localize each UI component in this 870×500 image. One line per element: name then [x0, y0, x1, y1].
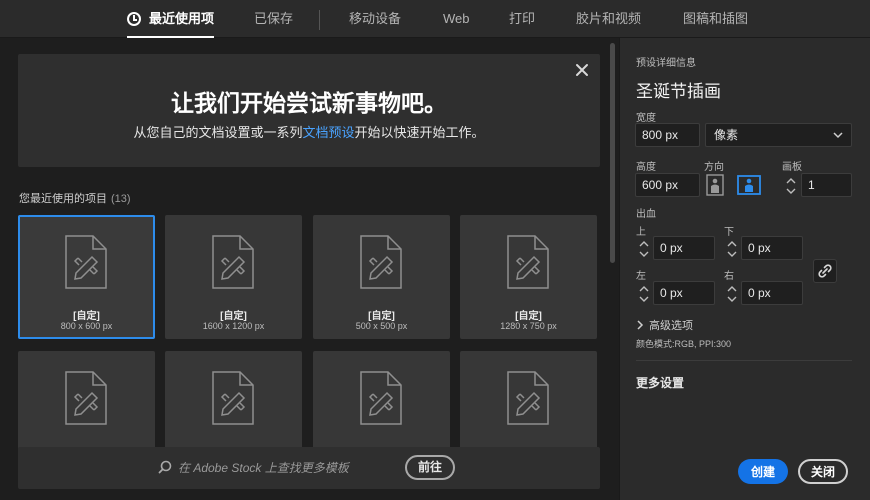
recent-count: (13): [111, 193, 131, 205]
recent-item-size: 1280 x 750 px: [500, 321, 557, 331]
bleed-left-label: 左: [636, 271, 646, 282]
link-icon: [818, 264, 832, 278]
width-label: 宽度: [636, 113, 656, 124]
tab-bar: 最近使用项 已保存 移动设备 Web 打印 胶片和视频 图稿和插图: [0, 0, 870, 38]
advanced-options-toggle[interactable]: 高级选项: [636, 317, 693, 333]
clock-icon: [127, 12, 141, 26]
subtitle-text-end: 开始以快速开始工作。: [354, 125, 485, 140]
recent-item-name: [自定]: [515, 311, 542, 322]
tab-mobile[interactable]: 移动设备: [349, 0, 401, 38]
artboard-label: 画板: [782, 162, 802, 173]
more-settings-link[interactable]: 更多设置: [636, 374, 684, 391]
bleed-right-field[interactable]: [741, 281, 803, 305]
bleed-label: 出血: [636, 209, 656, 220]
create-button[interactable]: 创建: [738, 459, 788, 484]
tab-print[interactable]: 打印: [509, 0, 535, 38]
recent-item-size: 500 x 500 px: [355, 321, 408, 331]
bleed-right-label: 右: [724, 271, 734, 282]
preset-details-panel: 预设详细信息 圣诞节插画 宽度 像素 高度 方向 画板 出血 上 下 左 右: [619, 38, 870, 500]
document-presets-link[interactable]: 文档预设: [302, 125, 354, 140]
bleed-top-field[interactable]: [653, 236, 715, 260]
recent-item-card[interactable]: [自定] 1600 x 1200 px: [165, 215, 302, 339]
close-icon[interactable]: [574, 62, 590, 78]
bleed-top-stepper-icon[interactable]: [637, 237, 651, 261]
tab-label: 最近使用项: [149, 11, 215, 26]
document-icon: [65, 235, 107, 289]
bleed-bottom-label: 下: [724, 227, 734, 238]
bleed-top-label: 上: [636, 227, 646, 238]
bleed-bottom-stepper-icon[interactable]: [725, 237, 739, 261]
units-dropdown[interactable]: 像素: [705, 123, 852, 147]
go-button[interactable]: 前往: [405, 455, 455, 480]
scrollbar-thumb[interactable]: [610, 43, 615, 263]
welcome-subtitle: 从您自己的文档设置或一系列文档预设开始以快速开始工作。: [18, 122, 600, 141]
recent-item-size: 1600 x 1200 px: [202, 321, 265, 331]
welcome-title: 让我们开始尝试新事物吧。: [171, 90, 447, 116]
recent-item-card[interactable]: [自定] 1280 x 750 px: [460, 215, 597, 339]
units-value: 像素: [714, 128, 739, 142]
recent-item-card[interactable]: [自定] 800 x 600 px: [18, 215, 155, 339]
presets-area: 让我们开始尝试新事物吧。 从您自己的文档设置或一系列文档预设开始以快速开始工作。…: [0, 38, 618, 500]
height-label: 高度: [636, 162, 656, 173]
tab-art-illustration[interactable]: 图稿和插图: [683, 0, 748, 38]
document-icon: [212, 371, 254, 425]
bleed-bottom-field[interactable]: [741, 236, 803, 260]
recent-item-card[interactable]: [自定] 500 x 500 px: [313, 215, 450, 339]
bleed-left-field[interactable]: [653, 281, 715, 305]
divider: [636, 360, 852, 361]
bleed-left-stepper-icon[interactable]: [637, 282, 651, 306]
recent-items-heading: 您最近使用的项目 (13): [19, 190, 131, 206]
document-icon: [65, 371, 107, 425]
orientation-label: 方向: [704, 162, 724, 173]
close-button[interactable]: 关闭: [798, 459, 848, 484]
chevron-right-icon: [637, 320, 644, 330]
stock-search-input[interactable]: [178, 458, 398, 478]
preset-name[interactable]: 圣诞节插画: [636, 77, 721, 102]
subtitle-text: 从您自己的文档设置或一系列: [133, 125, 303, 140]
tab-recent[interactable]: 最近使用项: [127, 0, 215, 38]
recent-title-text: 您最近使用的项目: [19, 193, 107, 205]
advanced-options-label: 高级选项: [649, 320, 693, 332]
document-icon: [360, 235, 402, 289]
stock-search-bar: 前往: [18, 447, 600, 489]
artboard-count-field[interactable]: [801, 173, 852, 197]
welcome-banner: 让我们开始尝试新事物吧。 从您自己的文档设置或一系列文档预设开始以快速开始工作。: [18, 54, 600, 167]
bleed-right-stepper-icon[interactable]: [725, 282, 739, 306]
width-field[interactable]: [635, 123, 700, 147]
search-icon: [158, 460, 172, 474]
document-icon: [507, 235, 549, 289]
recent-item-size: 800 x 600 px: [60, 321, 113, 331]
recent-item-name: [自定]: [73, 311, 100, 322]
color-mode-info: 颜色模式:RGB, PPI:300: [636, 339, 732, 349]
chevron-down-icon: [833, 132, 843, 139]
link-bleed-button[interactable]: [813, 259, 837, 283]
document-icon: [360, 371, 402, 425]
recent-item-name: [自定]: [368, 311, 395, 322]
landscape-orientation-icon[interactable]: [737, 174, 761, 196]
height-field[interactable]: [635, 173, 700, 197]
portrait-orientation-icon[interactable]: [704, 174, 726, 196]
document-icon: [212, 235, 254, 289]
tab-film-video[interactable]: 胶片和视频: [576, 0, 641, 38]
artboard-stepper-icon[interactable]: [784, 174, 798, 198]
document-icon: [507, 371, 549, 425]
tab-saved[interactable]: 已保存: [254, 0, 293, 38]
tab-web[interactable]: Web: [443, 0, 470, 38]
tab-divider: [319, 10, 320, 30]
preset-details-label: 预设详细信息: [636, 58, 696, 69]
recent-item-name: [自定]: [220, 311, 247, 322]
